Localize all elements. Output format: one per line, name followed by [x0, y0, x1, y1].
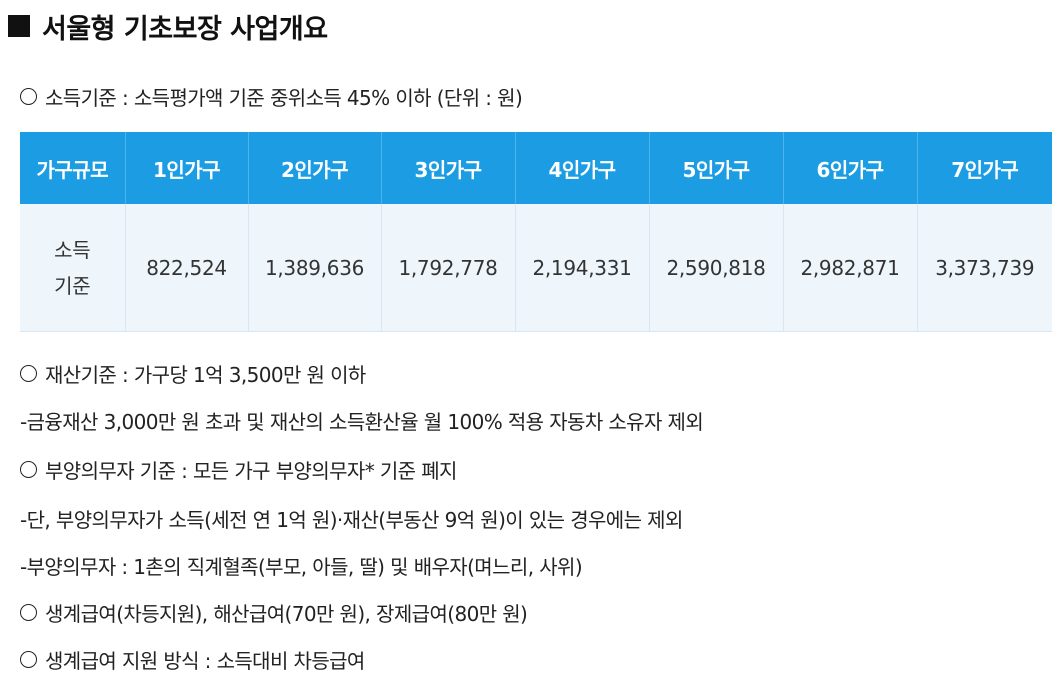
circle-bullet-icon — [20, 650, 37, 668]
circle-bullet-icon — [20, 603, 37, 621]
document-page: 서울형 기초보장 사업개요 소득기준 : 소득평가액 기준 중위소득 45% 이… — [0, 0, 1060, 676]
income-criteria-text: 소득기준 : 소득평가액 기준 중위소득 45% 이하 (단위 : 원) — [45, 85, 523, 110]
value-6-person: 2,982,871 — [782, 204, 917, 332]
value-5-person: 2,590,818 — [648, 204, 783, 332]
page-title-text: 서울형 기초보장 사업개요 — [42, 13, 328, 45]
circle-bullet-icon — [20, 87, 37, 105]
header-2-person: 2인가구 — [247, 132, 381, 204]
black-square-icon — [8, 15, 30, 37]
income-criteria-table: 가구규모 1인가구 2인가구 3인가구 4인가구 5인가구 6인가구 7인가구 … — [20, 132, 1052, 332]
value-2-person: 1,389,636 — [247, 204, 381, 332]
value-7-person: 3,373,739 — [916, 204, 1052, 332]
obligor-note-1: -단, 부양의무자가 소득(세전 연 1억 원)·재산(부동산 9억 원)이 있… — [20, 502, 683, 534]
obligor-note-2-text: -부양의무자 : 1촌의 직계혈족(부모, 아들, 딸) 및 배우자(며느리, … — [20, 554, 583, 579]
property-criteria-text: 재산기준 : 가구당 1억 3,500만 원 이하 — [45, 362, 366, 387]
circle-bullet-icon — [20, 364, 37, 382]
property-criteria-note: -금융재산 3,000만 원 초과 및 재산의 소득환산율 월 100% 적용 … — [20, 404, 704, 436]
row-label: 소득 기준 — [54, 237, 91, 298]
value-4-person: 2,194,331 — [514, 204, 649, 332]
header-5-person: 5인가구 — [648, 132, 783, 204]
header-7-person: 7인가구 — [916, 132, 1052, 204]
property-criteria-heading: 재산기준 : 가구당 1억 3,500만 원 이하 — [20, 357, 366, 389]
row-label-cell: 소득 기준 — [20, 204, 125, 332]
obligor-note-1-text: -단, 부양의무자가 소득(세전 연 1억 원)·재산(부동산 9억 원)이 있… — [20, 507, 683, 532]
header-4-person: 4인가구 — [514, 132, 649, 204]
header-6-person: 6인가구 — [782, 132, 917, 204]
benefits-heading: 생계급여(차등지원), 해산급여(70만 원), 장제급여(80만 원) — [20, 596, 528, 628]
obligor-heading: 부양의무자 기준 : 모든 가구 부양의무자* 기준 폐지 — [20, 453, 457, 485]
income-criteria-heading: 소득기준 : 소득평가액 기준 중위소득 45% 이하 (단위 : 원) — [20, 80, 523, 112]
header-household-size: 가구규모 — [20, 132, 125, 204]
support-method-heading: 생계급여 지원 방식 : 소득대비 차등급여 — [20, 643, 365, 675]
obligor-heading-text: 부양의무자 기준 : 모든 가구 부양의무자* 기준 폐지 — [45, 458, 457, 483]
obligor-note-2: -부양의무자 : 1촌의 직계혈족(부모, 아들, 딸) 및 배우자(며느리, … — [20, 549, 583, 581]
table-row: 소득 기준 822,524 1,389,636 1,792,778 2,194,… — [20, 204, 1052, 332]
table-header-row: 가구규모 1인가구 2인가구 3인가구 4인가구 5인가구 6인가구 7인가구 — [20, 132, 1052, 204]
value-3-person: 1,792,778 — [380, 204, 515, 332]
value-1-person: 822,524 — [124, 204, 248, 332]
support-method-text: 생계급여 지원 방식 : 소득대비 차등급여 — [45, 648, 365, 673]
header-3-person: 3인가구 — [380, 132, 515, 204]
page-title: 서울형 기초보장 사업개요 — [8, 6, 328, 46]
property-criteria-note-text: -금융재산 3,000만 원 초과 및 재산의 소득환산율 월 100% 적용 … — [20, 409, 704, 434]
header-1-person: 1인가구 — [124, 132, 248, 204]
circle-bullet-icon — [20, 460, 37, 478]
benefits-heading-text: 생계급여(차등지원), 해산급여(70만 원), 장제급여(80만 원) — [45, 601, 528, 626]
